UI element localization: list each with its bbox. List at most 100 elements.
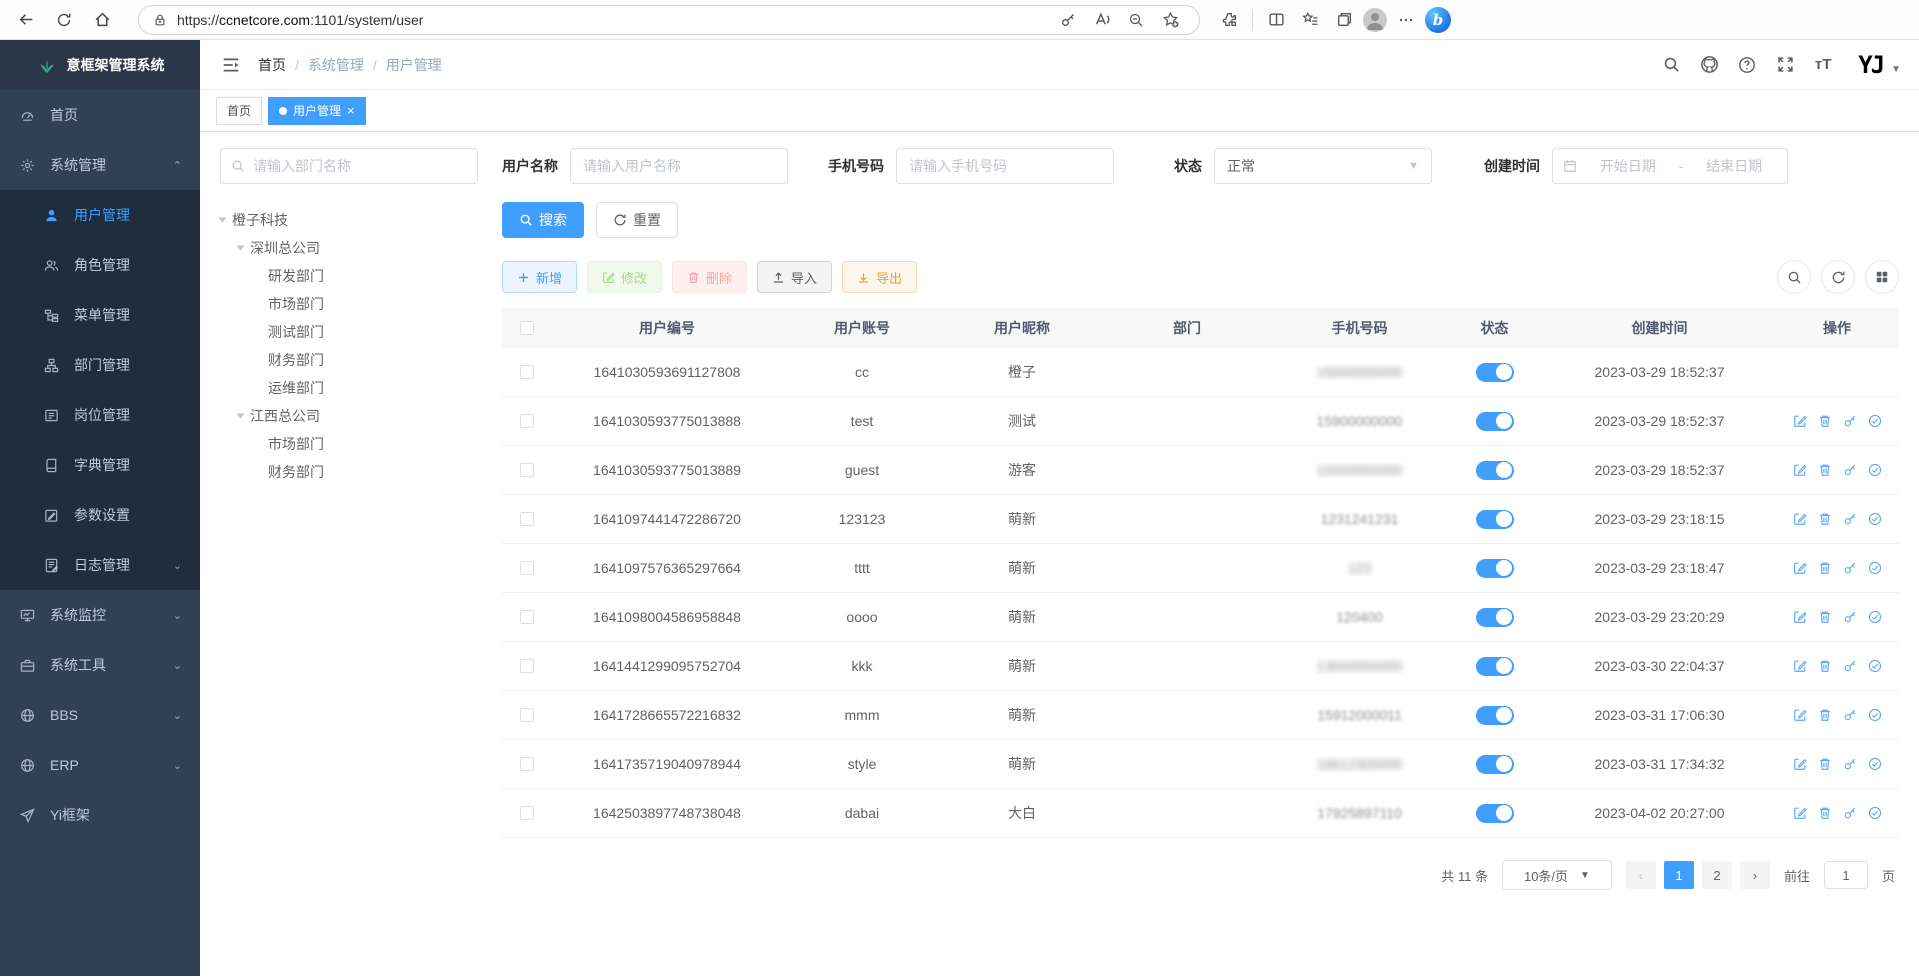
check-circle-row-icon[interactable] <box>1868 610 1882 624</box>
page-2-button[interactable]: 2 <box>1702 861 1732 889</box>
split-screen-icon[interactable] <box>1261 5 1291 35</box>
check-circle-row-icon[interactable] <box>1868 806 1882 820</box>
key-row-icon[interactable] <box>1843 610 1857 624</box>
edit-row-icon[interactable] <box>1793 806 1807 820</box>
export-button[interactable]: 导出 <box>842 261 917 293</box>
phone-input[interactable] <box>896 148 1114 184</box>
select-all-checkbox[interactable] <box>520 321 534 335</box>
add-button[interactable]: 新增 <box>502 261 577 293</box>
tree-node-橙子科技[interactable]: 橙子科技 <box>220 206 478 234</box>
key-row-icon[interactable] <box>1843 659 1857 673</box>
reset-button[interactable]: 重置 <box>596 202 678 238</box>
sidebar-item-system-monitor[interactable]: 系统监控⌄ <box>0 590 200 640</box>
modify-button[interactable]: 修改 <box>587 261 662 293</box>
check-circle-row-icon[interactable] <box>1868 463 1882 477</box>
column-settings-icon[interactable] <box>1865 260 1899 294</box>
sidebar-item-role-mgmt[interactable]: 角色管理 <box>0 240 200 290</box>
breadcrumb-item[interactable]: 首页 <box>258 55 286 75</box>
row-checkbox[interactable] <box>520 463 534 477</box>
copilot-icon[interactable]: b <box>1425 7 1451 33</box>
sidebar-toggle-icon[interactable] <box>216 50 246 80</box>
goto-page-input[interactable] <box>1824 861 1868 889</box>
row-checkbox[interactable] <box>520 414 534 428</box>
sidebar-item-dept-mgmt[interactable]: 部门管理 <box>0 340 200 390</box>
page-1-button[interactable]: 1 <box>1664 861 1694 889</box>
app-logo[interactable]: 意框架管理系统 <box>0 40 200 90</box>
close-icon[interactable]: × <box>347 104 355 117</box>
search-icon[interactable] <box>1654 48 1688 82</box>
tree-node-深圳总公司[interactable]: 深圳总公司 <box>220 234 478 262</box>
avatar-caret-down-icon[interactable]: ▼ <box>1891 64 1901 75</box>
tree-node-市场部门[interactable]: 市场部门 <box>220 290 478 318</box>
status-toggle-on[interactable] <box>1476 461 1514 480</box>
refresh-table-icon[interactable] <box>1821 260 1855 294</box>
user-avatar-logo[interactable]: ΥJ <box>1858 53 1883 77</box>
search-button[interactable]: 搜索 <box>502 202 584 238</box>
status-toggle-on[interactable] <box>1476 363 1514 382</box>
status-toggle-on[interactable] <box>1476 804 1514 823</box>
extensions-icon[interactable] <box>1214 5 1244 35</box>
trash-row-icon[interactable] <box>1818 757 1832 771</box>
status-select[interactable]: 正常 ▼ <box>1214 148 1432 184</box>
browser-back-button[interactable] <box>10 4 42 36</box>
edit-row-icon[interactable] <box>1793 463 1807 477</box>
row-checkbox[interactable] <box>520 708 534 722</box>
date-range-picker[interactable]: 开始日期 - 结束日期 <box>1552 148 1788 184</box>
browser-home-button[interactable] <box>86 4 118 36</box>
trash-row-icon[interactable] <box>1818 708 1832 722</box>
status-toggle-on[interactable] <box>1476 755 1514 774</box>
delete-button[interactable]: 删除 <box>672 261 747 293</box>
tree-node-财务部门[interactable]: 财务部门 <box>220 458 478 486</box>
sidebar-item-post-mgmt[interactable]: 岗位管理 <box>0 390 200 440</box>
key-row-icon[interactable] <box>1843 512 1857 526</box>
trash-row-icon[interactable] <box>1818 512 1832 526</box>
sidebar-item-erp[interactable]: ERP⌄ <box>0 740 200 790</box>
trash-row-icon[interactable] <box>1818 414 1832 428</box>
row-checkbox[interactable] <box>520 659 534 673</box>
favorites-bar-icon[interactable] <box>1295 5 1325 35</box>
show-search-toggle-icon[interactable] <box>1777 260 1811 294</box>
check-circle-row-icon[interactable] <box>1868 708 1882 722</box>
edit-row-icon[interactable] <box>1793 757 1807 771</box>
read-aloud-icon[interactable] <box>1087 5 1117 35</box>
edit-row-icon[interactable] <box>1793 561 1807 575</box>
font-size-icon[interactable]: тT <box>1806 48 1840 82</box>
sidebar-item-menu-mgmt[interactable]: 菜单管理 <box>0 290 200 340</box>
tree-node-测试部门[interactable]: 测试部门 <box>220 318 478 346</box>
status-toggle-on[interactable] <box>1476 510 1514 529</box>
sidebar-item-yi-frame[interactable]: Yi框架 <box>0 790 200 840</box>
row-checkbox[interactable] <box>520 806 534 820</box>
settings-more-icon[interactable] <box>1391 5 1421 35</box>
question-icon[interactable] <box>1730 48 1764 82</box>
row-checkbox[interactable] <box>520 610 534 624</box>
check-circle-row-icon[interactable] <box>1868 561 1882 575</box>
add-favorite-icon[interactable] <box>1155 5 1185 35</box>
profile-avatar[interactable] <box>1363 8 1387 32</box>
zoom-magnifier-icon[interactable] <box>1121 5 1151 35</box>
tree-expand-icon[interactable] <box>237 246 245 251</box>
page-size-select[interactable]: 10条/页▼ <box>1502 860 1612 890</box>
password-key-icon[interactable] <box>1053 5 1083 35</box>
username-input[interactable] <box>570 148 788 184</box>
sidebar-item-user-mgmt[interactable]: 用户管理 <box>0 190 200 240</box>
sidebar-item-dict-mgmt[interactable]: 字典管理 <box>0 440 200 490</box>
key-row-icon[interactable] <box>1843 463 1857 477</box>
row-checkbox[interactable] <box>520 757 534 771</box>
check-circle-row-icon[interactable] <box>1868 757 1882 771</box>
check-circle-row-icon[interactable] <box>1868 659 1882 673</box>
sidebar-item-log-mgmt[interactable]: 日志管理⌄ <box>0 540 200 590</box>
tree-node-财务部门[interactable]: 财务部门 <box>220 346 478 374</box>
check-circle-row-icon[interactable] <box>1868 414 1882 428</box>
trash-row-icon[interactable] <box>1818 659 1832 673</box>
key-row-icon[interactable] <box>1843 561 1857 575</box>
row-checkbox[interactable] <box>520 561 534 575</box>
check-circle-row-icon[interactable] <box>1868 512 1882 526</box>
next-page-button[interactable]: › <box>1740 861 1770 889</box>
row-checkbox[interactable] <box>520 365 534 379</box>
collections-icon[interactable] <box>1329 5 1359 35</box>
key-row-icon[interactable] <box>1843 806 1857 820</box>
tree-node-运维部门[interactable]: 运维部门 <box>220 374 478 402</box>
trash-row-icon[interactable] <box>1818 806 1832 820</box>
tree-expand-icon[interactable] <box>219 218 227 223</box>
status-toggle-on[interactable] <box>1476 706 1514 725</box>
